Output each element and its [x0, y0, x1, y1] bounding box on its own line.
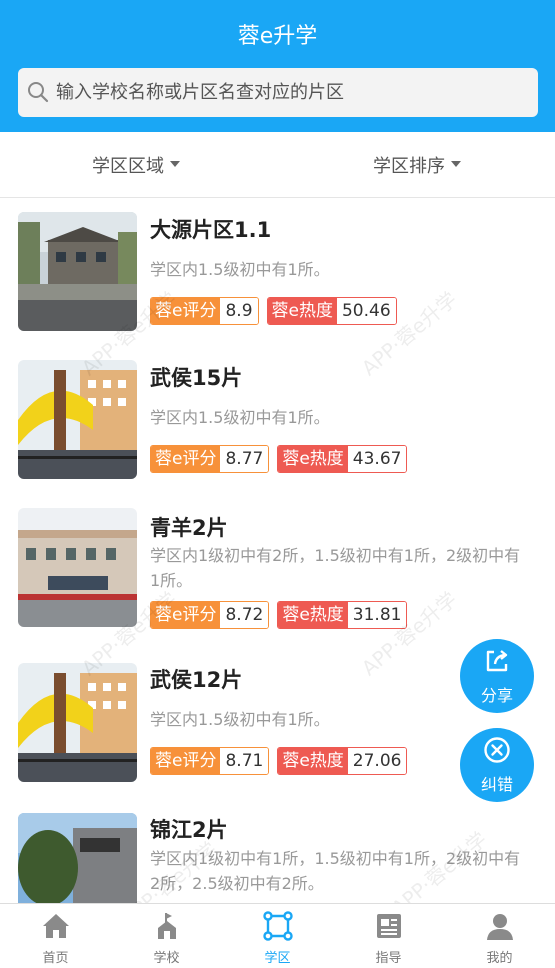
user-icon — [487, 914, 513, 940]
tab-label: 学区 — [264, 951, 291, 966]
share-icon — [486, 650, 508, 672]
tab-district[interactable]: 学区 — [222, 904, 333, 968]
tab-label: 学校 — [153, 951, 180, 966]
score-badge: 蓉e评分 8.77 — [150, 445, 270, 473]
list-item[interactable]: 武侯15片 学区内1.5级初中有1所。 蓉e评分 8.77 蓉e热度 43.67 — [0, 348, 555, 498]
district-name: 武侯12片 — [150, 668, 243, 692]
heat-label: 蓉e热度 — [278, 602, 348, 628]
district-name: 青羊2片 — [150, 516, 228, 540]
district-thumbnail — [18, 813, 137, 903]
score-label: 蓉e评分 — [151, 446, 221, 472]
tab-label: 我的 — [486, 951, 513, 966]
app-title: 蓉e升学 — [237, 24, 318, 49]
sort-filter[interactable]: 学区排序 — [373, 152, 461, 178]
district-name: 武侯15片 — [150, 366, 243, 390]
score-label: 蓉e评分 — [151, 602, 221, 628]
score-value: 8.9 — [220, 298, 258, 324]
heat-badge: 蓉e热度 43.67 — [277, 445, 408, 473]
share-button[interactable]: 分享 — [460, 639, 534, 713]
search-input[interactable] — [56, 68, 526, 117]
share-label: 分享 — [480, 686, 513, 705]
badge-row: 蓉e评分 8.9 蓉e热度 50.46 — [150, 297, 397, 325]
home-icon — [43, 914, 69, 938]
district-list: 大源片区1.1 学区内1.5级初中有1所。 蓉e评分 8.9 蓉e热度 50.46 … — [0, 198, 555, 903]
school-icon — [158, 913, 176, 939]
heat-value: 43.67 — [347, 446, 407, 472]
district-thumbnail — [18, 212, 137, 331]
score-value: 8.71 — [220, 748, 269, 774]
score-badge: 蓉e评分 8.9 — [150, 297, 259, 325]
district-description: 学区内1级初中有2所，1.5级初中有1所，2级初中有1所。 — [150, 546, 521, 590]
district-description: 学区内1级初中有1所，1.5级初中有1所，2级初中有2所，2.5级初中有2所。 — [150, 849, 521, 893]
heat-label: 蓉e热度 — [278, 446, 348, 472]
district-icon — [263, 911, 293, 941]
score-value: 8.77 — [220, 446, 269, 472]
district-thumbnail — [18, 360, 137, 479]
app-header: 蓉e升学 — [0, 0, 555, 132]
badge-row: 蓉e评分 8.71 蓉e热度 27.06 — [150, 747, 408, 775]
heat-badge: 蓉e热度 50.46 — [266, 297, 397, 325]
badge-row: 蓉e评分 8.72 蓉e热度 31.81 — [150, 601, 408, 629]
heat-value: 31.81 — [347, 602, 407, 628]
list-item[interactable]: 青羊2片 学区内1级初中有2所，1.5级初中有1所，2级初中有1所。 蓉e评分 8… — [0, 498, 555, 653]
district-thumbnail — [18, 663, 137, 782]
correct-button[interactable]: 纠错 — [460, 728, 534, 802]
score-value: 8.72 — [220, 602, 269, 628]
close-circle-icon — [484, 737, 510, 763]
tab-guide[interactable]: 指导 — [333, 904, 444, 968]
district-thumbnail — [18, 508, 137, 627]
chevron-down-icon — [170, 161, 180, 167]
tab-mine[interactable]: 我的 — [444, 904, 555, 968]
heat-label: 蓉e热度 — [267, 298, 337, 324]
heat-badge: 蓉e热度 31.81 — [277, 601, 408, 629]
tab-label: 指导 — [375, 951, 402, 966]
region-filter[interactable]: 学区区域 — [92, 152, 180, 178]
district-description: 学区内1.5级初中有1所。 — [150, 408, 330, 427]
bottom-tab-bar: 首页 学校 学区 指导 我的 — [0, 903, 555, 968]
tab-label: 首页 — [42, 951, 69, 966]
district-description: 学区内1.5级初中有1所。 — [150, 710, 330, 729]
list-item[interactable]: 锦江2片 学区内1级初中有1所，1.5级初中有1所，2级初中有2所，2.5级初中… — [0, 803, 555, 903]
search-icon — [28, 82, 49, 103]
tab-school[interactable]: 学校 — [111, 904, 222, 968]
heat-value: 27.06 — [347, 748, 407, 774]
score-badge: 蓉e评分 8.71 — [150, 747, 270, 775]
score-badge: 蓉e评分 8.72 — [150, 601, 270, 629]
heat-badge: 蓉e热度 27.06 — [277, 747, 408, 775]
district-name: 锦江2片 — [150, 818, 228, 842]
score-label: 蓉e评分 — [151, 298, 221, 324]
search-bar[interactable] — [18, 68, 538, 117]
sort-filter-label: 学区排序 — [373, 156, 445, 177]
district-description: 学区内1.5级初中有1所。 — [150, 260, 330, 279]
guide-icon — [377, 914, 401, 938]
score-label: 蓉e评分 — [151, 748, 221, 774]
heat-value: 50.46 — [336, 298, 396, 324]
filter-bar: 学区区域 学区排序 — [0, 132, 555, 198]
district-name: 大源片区1.1 — [150, 218, 272, 242]
tab-home[interactable]: 首页 — [0, 904, 111, 968]
heat-label: 蓉e热度 — [278, 748, 348, 774]
region-filter-label: 学区区域 — [92, 156, 164, 177]
chevron-down-icon — [451, 161, 461, 167]
list-item[interactable]: 大源片区1.1 学区内1.5级初中有1所。 蓉e评分 8.9 蓉e热度 50.46 — [0, 198, 555, 348]
correct-label: 纠错 — [480, 775, 513, 794]
badge-row: 蓉e评分 8.77 蓉e热度 43.67 — [150, 445, 408, 473]
